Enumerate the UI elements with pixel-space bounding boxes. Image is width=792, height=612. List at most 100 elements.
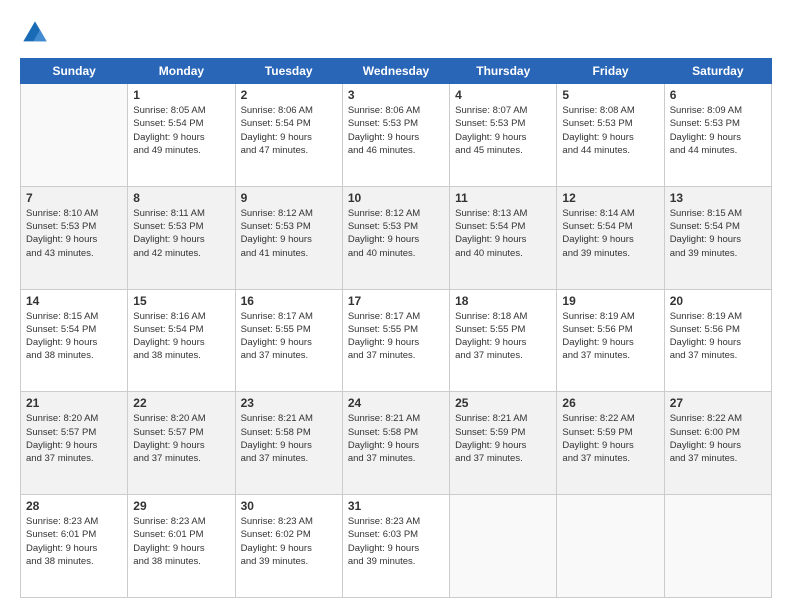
calendar-cell: 5 Sunrise: 8:08 AM Sunset: 5:53 PM Daylig…: [557, 84, 664, 187]
day-info: Sunrise: 8:20 AM Sunset: 5:57 PM Dayligh…: [26, 412, 122, 465]
day-number: 2: [241, 88, 337, 102]
day-number: 23: [241, 396, 337, 410]
calendar-cell: [450, 495, 557, 598]
calendar-cell: 3 Sunrise: 8:06 AM Sunset: 5:53 PM Daylig…: [342, 84, 449, 187]
day-info: Sunrise: 8:19 AM Sunset: 5:56 PM Dayligh…: [562, 310, 658, 363]
day-info: Sunrise: 8:14 AM Sunset: 5:54 PM Dayligh…: [562, 207, 658, 260]
calendar-week-row: 14 Sunrise: 8:15 AM Sunset: 5:54 PM Dayli…: [21, 289, 772, 392]
day-info: Sunrise: 8:11 AM Sunset: 5:53 PM Dayligh…: [133, 207, 229, 260]
calendar-week-row: 28 Sunrise: 8:23 AM Sunset: 6:01 PM Dayli…: [21, 495, 772, 598]
day-number: 16: [241, 294, 337, 308]
day-info: Sunrise: 8:22 AM Sunset: 6:00 PM Dayligh…: [670, 412, 766, 465]
calendar-cell: 23 Sunrise: 8:21 AM Sunset: 5:58 PM Dayli…: [235, 392, 342, 495]
day-header-sunday: Sunday: [21, 59, 128, 84]
calendar-cell: 13Sunrise: 8:15 AM Sunset: 5:54 PM Dayli…: [664, 186, 771, 289]
logo-icon: [20, 18, 50, 48]
day-number: 7: [26, 191, 122, 205]
calendar-cell: 6Sunrise: 8:09 AM Sunset: 5:53 PM Daylig…: [664, 84, 771, 187]
day-number: 5: [562, 88, 658, 102]
day-number: 10: [348, 191, 444, 205]
day-info: Sunrise: 8:19 AM Sunset: 5:56 PM Dayligh…: [670, 310, 766, 363]
day-number: 31: [348, 499, 444, 513]
calendar-cell: 20 Sunrise: 8:19 AM Sunset: 5:56 PM Dayli…: [664, 289, 771, 392]
calendar-cell: 2 Sunrise: 8:06 AM Sunset: 5:54 PM Daylig…: [235, 84, 342, 187]
calendar-cell: 7 Sunrise: 8:10 AM Sunset: 5:53 PM Daylig…: [21, 186, 128, 289]
calendar-cell: 19 Sunrise: 8:19 AM Sunset: 5:56 PM Dayli…: [557, 289, 664, 392]
calendar-cell: 28 Sunrise: 8:23 AM Sunset: 6:01 PM Dayli…: [21, 495, 128, 598]
day-info: Sunrise: 8:06 AM Sunset: 5:53 PM Dayligh…: [348, 104, 444, 157]
day-info: Sunrise: 8:15 AM Sunset: 5:54 PM Dayligh…: [26, 310, 122, 363]
calendar-cell: 12Sunrise: 8:14 AM Sunset: 5:54 PM Dayli…: [557, 186, 664, 289]
calendar-cell: 14 Sunrise: 8:15 AM Sunset: 5:54 PM Dayli…: [21, 289, 128, 392]
calendar-cell: 18 Sunrise: 8:18 AM Sunset: 5:55 PM Dayli…: [450, 289, 557, 392]
calendar-cell: 30 Sunrise: 8:23 AM Sunset: 6:02 PM Dayli…: [235, 495, 342, 598]
calendar-cell: 22 Sunrise: 8:20 AM Sunset: 5:57 PM Dayli…: [128, 392, 235, 495]
calendar-week-row: 21 Sunrise: 8:20 AM Sunset: 5:57 PM Dayli…: [21, 392, 772, 495]
day-info: Sunrise: 8:10 AM Sunset: 5:53 PM Dayligh…: [26, 207, 122, 260]
logo: [20, 18, 54, 48]
day-info: Sunrise: 8:23 AM Sunset: 6:02 PM Dayligh…: [241, 515, 337, 568]
calendar-cell: 27 Sunrise: 8:22 AM Sunset: 6:00 PM Dayli…: [664, 392, 771, 495]
calendar-cell: 17 Sunrise: 8:17 AM Sunset: 5:55 PM Dayli…: [342, 289, 449, 392]
day-info: Sunrise: 8:21 AM Sunset: 5:58 PM Dayligh…: [241, 412, 337, 465]
calendar-cell: 26 Sunrise: 8:22 AM Sunset: 5:59 PM Dayli…: [557, 392, 664, 495]
day-number: 27: [670, 396, 766, 410]
day-info: Sunrise: 8:06 AM Sunset: 5:54 PM Dayligh…: [241, 104, 337, 157]
calendar-cell: 10 Sunrise: 8:12 AM Sunset: 5:53 PM Dayli…: [342, 186, 449, 289]
day-info: Sunrise: 8:17 AM Sunset: 5:55 PM Dayligh…: [241, 310, 337, 363]
day-number: 4: [455, 88, 551, 102]
day-number: 17: [348, 294, 444, 308]
calendar-cell: [557, 495, 664, 598]
day-number: 14: [26, 294, 122, 308]
calendar-cell: 31 Sunrise: 8:23 AM Sunset: 6:03 PM Dayli…: [342, 495, 449, 598]
day-number: 30: [241, 499, 337, 513]
day-number: 24: [348, 396, 444, 410]
calendar-cell: [21, 84, 128, 187]
day-info: Sunrise: 8:18 AM Sunset: 5:55 PM Dayligh…: [455, 310, 551, 363]
day-info: Sunrise: 8:07 AM Sunset: 5:53 PM Dayligh…: [455, 104, 551, 157]
calendar-cell: 1Sunrise: 8:05 AM Sunset: 5:54 PM Daylig…: [128, 84, 235, 187]
calendar-cell: 25 Sunrise: 8:21 AM Sunset: 5:59 PM Dayli…: [450, 392, 557, 495]
day-number: 21: [26, 396, 122, 410]
day-info: Sunrise: 8:23 AM Sunset: 6:01 PM Dayligh…: [133, 515, 229, 568]
day-header-wednesday: Wednesday: [342, 59, 449, 84]
day-info: Sunrise: 8:21 AM Sunset: 5:59 PM Dayligh…: [455, 412, 551, 465]
day-header-monday: Monday: [128, 59, 235, 84]
day-info: Sunrise: 8:05 AM Sunset: 5:54 PM Dayligh…: [133, 104, 229, 157]
calendar-week-row: 7 Sunrise: 8:10 AM Sunset: 5:53 PM Daylig…: [21, 186, 772, 289]
day-number: 3: [348, 88, 444, 102]
day-info: Sunrise: 8:17 AM Sunset: 5:55 PM Dayligh…: [348, 310, 444, 363]
calendar-cell: 15Sunrise: 8:16 AM Sunset: 5:54 PM Dayli…: [128, 289, 235, 392]
day-info: Sunrise: 8:12 AM Sunset: 5:53 PM Dayligh…: [348, 207, 444, 260]
day-number: 15: [133, 294, 229, 308]
calendar-cell: 9Sunrise: 8:12 AM Sunset: 5:53 PM Daylig…: [235, 186, 342, 289]
calendar-cell: 21 Sunrise: 8:20 AM Sunset: 5:57 PM Dayli…: [21, 392, 128, 495]
day-header-tuesday: Tuesday: [235, 59, 342, 84]
day-info: Sunrise: 8:08 AM Sunset: 5:53 PM Dayligh…: [562, 104, 658, 157]
day-number: 8: [133, 191, 229, 205]
day-number: 26: [562, 396, 658, 410]
day-number: 13: [670, 191, 766, 205]
day-number: 19: [562, 294, 658, 308]
day-number: 9: [241, 191, 337, 205]
day-info: Sunrise: 8:22 AM Sunset: 5:59 PM Dayligh…: [562, 412, 658, 465]
day-number: 28: [26, 499, 122, 513]
page: SundayMondayTuesdayWednesdayThursdayFrid…: [0, 0, 792, 612]
day-number: 25: [455, 396, 551, 410]
header: [20, 18, 772, 48]
calendar-cell: [664, 495, 771, 598]
calendar-week-row: 1Sunrise: 8:05 AM Sunset: 5:54 PM Daylig…: [21, 84, 772, 187]
calendar-cell: 24Sunrise: 8:21 AM Sunset: 5:58 PM Dayli…: [342, 392, 449, 495]
calendar-table: SundayMondayTuesdayWednesdayThursdayFrid…: [20, 58, 772, 598]
day-info: Sunrise: 8:23 AM Sunset: 6:03 PM Dayligh…: [348, 515, 444, 568]
day-number: 6: [670, 88, 766, 102]
day-number: 22: [133, 396, 229, 410]
calendar-cell: 29 Sunrise: 8:23 AM Sunset: 6:01 PM Dayli…: [128, 495, 235, 598]
day-info: Sunrise: 8:20 AM Sunset: 5:57 PM Dayligh…: [133, 412, 229, 465]
day-header-friday: Friday: [557, 59, 664, 84]
day-number: 20: [670, 294, 766, 308]
day-number: 18: [455, 294, 551, 308]
day-number: 11: [455, 191, 551, 205]
day-info: Sunrise: 8:23 AM Sunset: 6:01 PM Dayligh…: [26, 515, 122, 568]
day-number: 29: [133, 499, 229, 513]
